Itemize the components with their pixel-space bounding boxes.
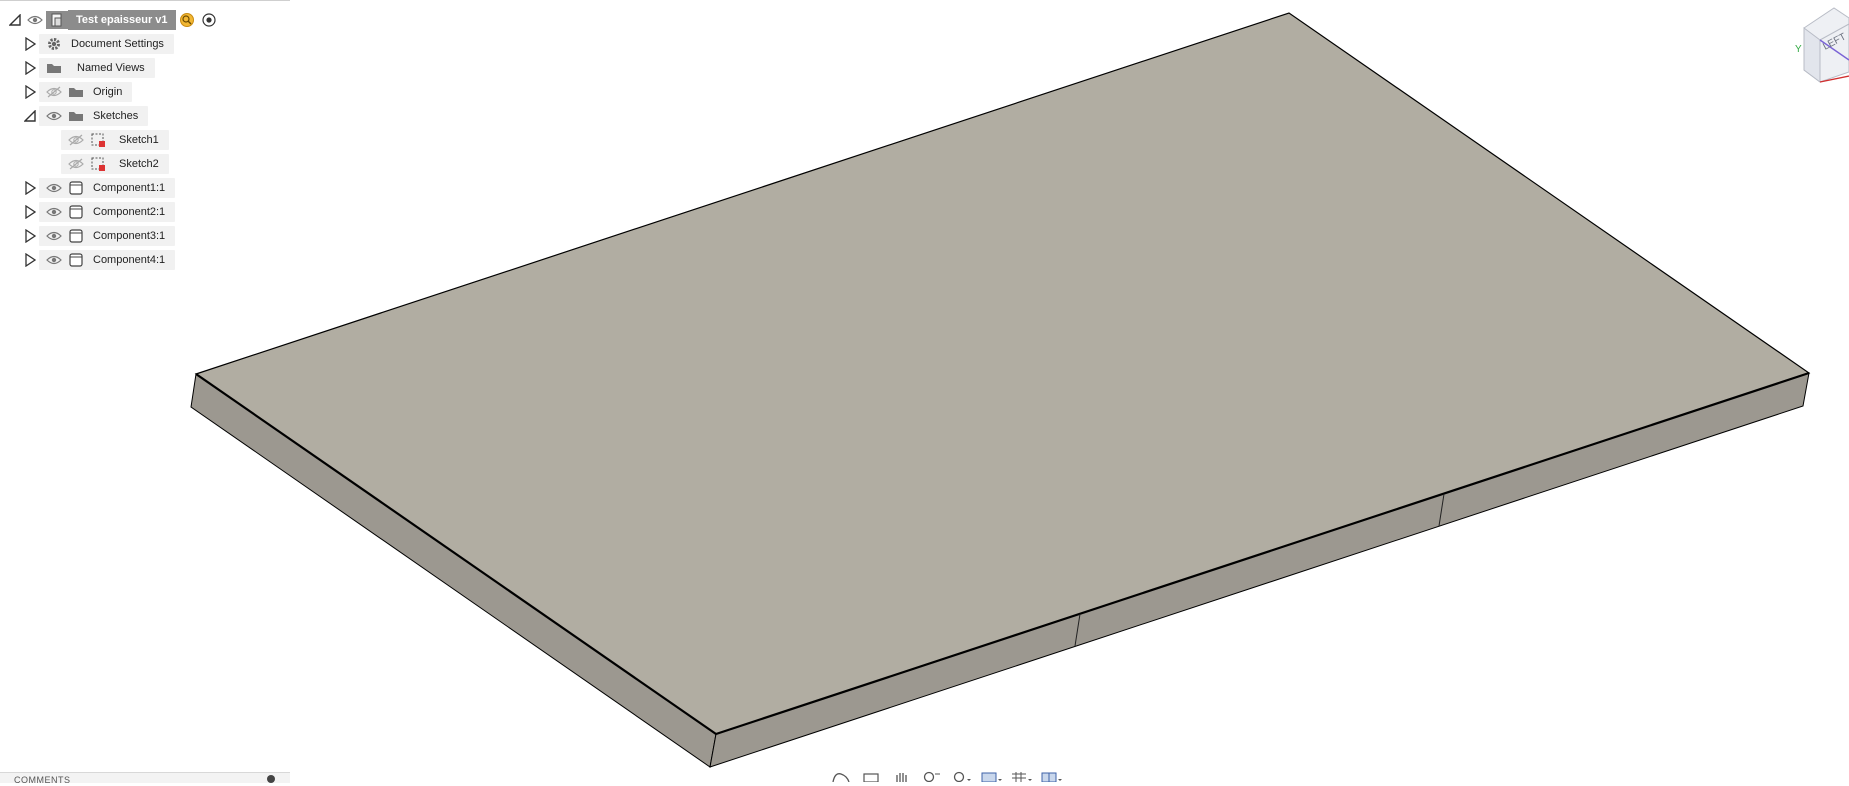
collapse-toggle-icon[interactable] [6,11,24,29]
folder-icon [65,107,87,125]
expand-toggle-icon[interactable] [21,59,39,77]
item-label: Origin [93,86,123,98]
eye-icon[interactable] [43,251,65,269]
eye-icon[interactable] [43,107,65,125]
browser-item-named-views[interactable]: Named Views [21,57,155,79]
fit-icon[interactable] [948,770,974,782]
look-at-icon[interactable] [858,770,884,782]
eye-icon[interactable] [24,11,46,29]
browser-item-component3[interactable]: Component3:1 [21,225,176,247]
item-label: Component2:1 [93,206,166,218]
expand-toggle-icon[interactable] [21,179,39,197]
browser-item-document-settings[interactable]: Document Settings [21,33,174,55]
item-label: Named Views [77,62,145,74]
grid-icon[interactable] [1008,770,1034,782]
activate-radio-icon[interactable] [198,11,220,29]
pan-hand-icon[interactable] [888,770,914,782]
view-cube[interactable]: LEFT Y [1790,0,1849,90]
lock-search-icon[interactable] [176,11,198,29]
viewcube-axis-label: Y [1795,44,1802,55]
browser-item-sketch1[interactable]: Sketch1 [61,129,169,151]
orbit-icon[interactable] [828,770,854,782]
gear-icon [43,35,65,53]
plate-top-face[interactable] [194,12,1811,735]
component-icon [65,203,87,221]
item-label: Sketch2 [119,158,159,170]
browser-item-component4[interactable]: Component4:1 [21,249,176,271]
browser-item-component1[interactable]: Component1:1 [21,177,176,199]
expand-toggle-icon[interactable] [21,251,39,269]
comments-label: COMMENTS [14,775,71,785]
folder-icon [65,83,87,101]
eye-hidden-icon[interactable] [65,131,87,149]
eye-icon[interactable] [43,227,65,245]
collapse-toggle-icon[interactable] [21,107,39,125]
item-label: Component3:1 [93,230,166,242]
document-icon [46,11,68,29]
browser-root[interactable]: Test epaisseur v1 [6,9,220,31]
eye-hidden-icon[interactable] [43,83,65,101]
browser-item-sketch2[interactable]: Sketch2 [61,153,169,175]
browser-item-origin[interactable]: Origin [21,81,133,103]
item-label: Component4:1 [93,254,166,266]
expand-toggle-icon[interactable] [21,227,39,245]
browser-item-sketches[interactable]: Sketches [21,105,149,127]
viewports-icon[interactable] [1038,770,1064,782]
item-label: Document Settings [71,38,164,50]
sketch-icon [87,155,109,173]
browser-panel: Test epaisseur v1 Document Settings Name… [0,0,290,290]
eye-icon[interactable] [43,179,65,197]
navigation-toolbar [828,770,1066,782]
expand-toggle-icon[interactable] [21,35,39,53]
sketch-icon [87,131,109,149]
display-settings-icon[interactable] [978,770,1004,782]
component-icon [65,251,87,269]
item-label: Sketch1 [119,134,159,146]
eye-hidden-icon[interactable] [65,155,87,173]
zoom-icon[interactable] [918,770,944,782]
expand-toggle-icon[interactable] [21,203,39,221]
expand-toggle-icon[interactable] [21,83,39,101]
folder-icon [43,59,65,77]
root-label[interactable]: Test epaisseur v1 [68,10,176,30]
component-icon [65,179,87,197]
item-label: Component1:1 [93,182,166,194]
item-label: Sketches [93,110,139,122]
comments-panel: COMMENTS [0,772,290,785]
browser-item-component2[interactable]: Component2:1 [21,201,176,223]
component-icon [65,227,87,245]
eye-icon[interactable] [43,203,65,221]
